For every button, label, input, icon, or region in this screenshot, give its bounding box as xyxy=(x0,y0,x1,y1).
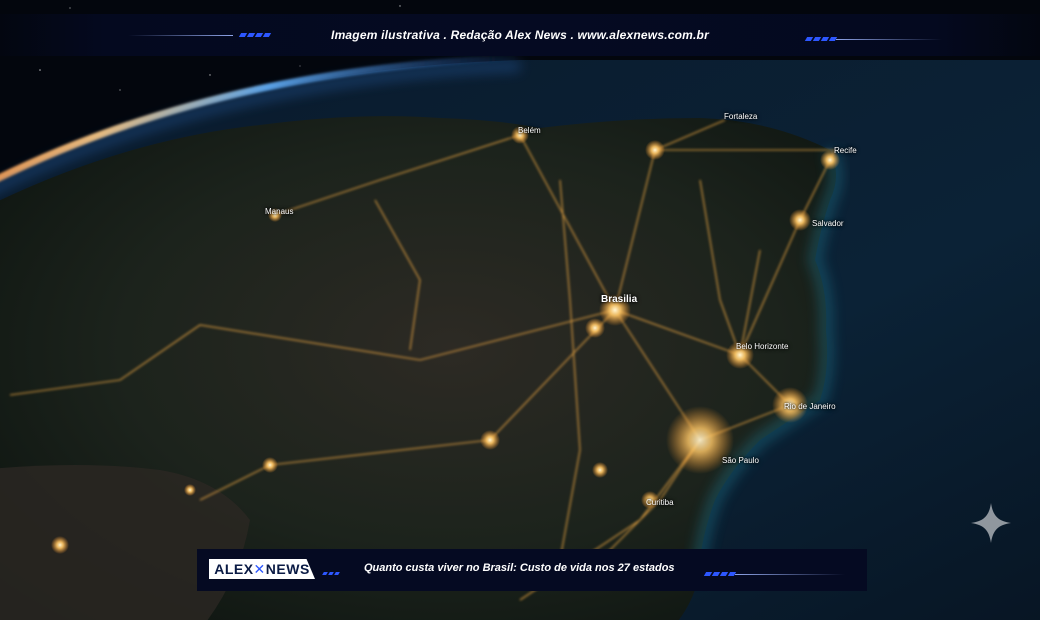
news-image: Belém Fortaleza Recife Manaus Salvador B… xyxy=(0,0,1040,620)
headline-deco-dashes-right xyxy=(703,572,737,576)
logo-text-alex: ALEX xyxy=(214,560,254,577)
city-label-curitiba: Curitiba xyxy=(646,498,674,507)
logo-x-icon: ✕ xyxy=(253,560,266,577)
top-banner: Imagem ilustrativa . Redação Alex News .… xyxy=(0,14,1040,56)
city-label-rio-de-janeiro: Rio de Janeiro xyxy=(784,402,836,411)
banner-deco-line-right xyxy=(836,39,942,40)
city-label-belo-horizonte: Belo Horizonte xyxy=(736,342,789,351)
image-credit-caption: Imagem ilustrativa . Redação Alex News .… xyxy=(331,28,709,42)
city-label-fortaleza: Fortaleza xyxy=(724,112,758,121)
headline-deco-line-right xyxy=(735,574,845,575)
banner-deco-dashes-left xyxy=(238,33,272,37)
city-label-manaus: Manaus xyxy=(265,207,294,216)
logo-text-news: NEWS xyxy=(265,560,310,577)
city-label-belem: Belém xyxy=(518,126,541,135)
city-label-recife: Recife xyxy=(834,146,857,155)
city-label-salvador: Salvador xyxy=(812,219,844,228)
city-label-sao-paulo: São Paulo xyxy=(722,456,759,465)
sparkle-icon xyxy=(971,503,1011,543)
city-label-brasilia: Brasilia xyxy=(601,294,638,305)
headline-caption: Quanto custa viver no Brasil: Custo de v… xyxy=(364,562,675,574)
satellite-night-map xyxy=(0,0,1040,620)
bottom-headline-banner: ALEX✕NEWS Quanto custa viver no Brasil: … xyxy=(197,549,867,591)
headline-deco-dashes-left xyxy=(322,572,340,575)
banner-deco-dashes-right xyxy=(804,37,838,41)
alexnews-logo: ALEX✕NEWS xyxy=(209,559,315,579)
banner-deco-line-left xyxy=(128,35,233,36)
